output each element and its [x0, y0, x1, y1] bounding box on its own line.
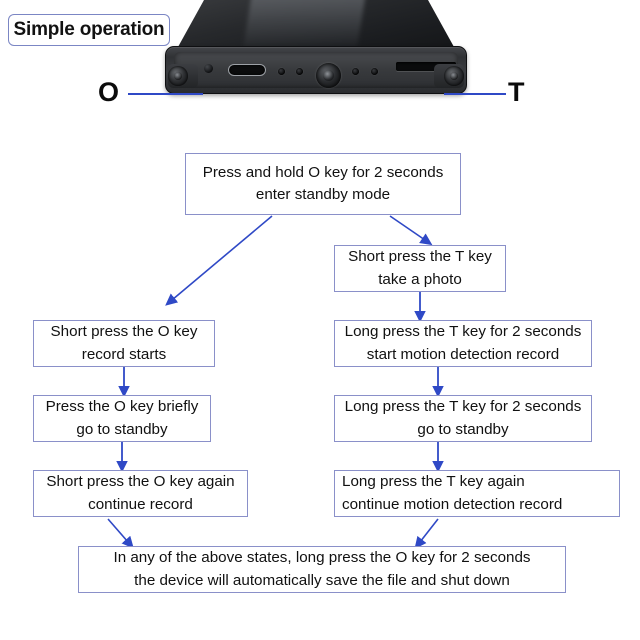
o-key-label: O [98, 77, 120, 107]
flow-box-line: go to standby [417, 420, 509, 438]
flow-box-line: go to standby [76, 420, 168, 438]
flow-box-record-standby: Press the O key briefly go to standby [33, 395, 211, 442]
flow-box-motion-continue: Long press the T key again continue moti… [334, 470, 620, 517]
o-button[interactable] [168, 64, 198, 88]
device-front-panel [165, 46, 467, 94]
flow-box-line: Long press the T key for 2 seconds [344, 398, 582, 415]
flow-box-line: continue record [88, 495, 193, 513]
device-front-panel-inset [174, 52, 458, 88]
device-photo [155, 0, 475, 112]
indicator-led-icon [371, 68, 378, 75]
t-button[interactable] [434, 64, 464, 88]
flow-box-line: take a photo [378, 270, 462, 288]
flow-box-line: enter standby mode [255, 186, 391, 203]
flow-box-line: continue motion detection record [342, 495, 563, 513]
flow-box-line: Press the O key briefly [45, 398, 199, 415]
indicator-led-icon [278, 68, 285, 75]
flow-box-line: the device will automatically save the f… [134, 571, 510, 589]
t-key-label: T [508, 77, 525, 107]
t-key-leader-line [444, 93, 506, 95]
diagram-canvas: Simple operation O T Press and hold O ke… [0, 0, 640, 640]
flow-box-record-continue: Short press the O key again continue rec… [33, 470, 248, 517]
reset-pinhole-icon [204, 64, 213, 73]
flow-box-line: start motion detection record [366, 345, 560, 363]
flow-box-line: Long press the T key for 2 seconds [344, 323, 582, 340]
t-button-knob-icon [444, 66, 464, 86]
device-body-highlight [242, 0, 367, 52]
flow-box-motion-standby: Long press the T key for 2 seconds go to… [334, 395, 592, 442]
flow-box-shutdown: In any of the above states, long press t… [78, 546, 566, 593]
flow-box-line: Short press the O key again [46, 473, 235, 490]
flow-box-line: Long press the T key again [342, 473, 525, 490]
flow-box-take-photo: Short press the T key take a photo [334, 245, 506, 292]
o-key-leader-line [128, 93, 203, 95]
flow-box-motion-start: Long press the T key for 2 seconds start… [334, 320, 592, 367]
flow-box-line: Short press the T key [348, 248, 492, 265]
o-button-knob-icon [168, 66, 188, 86]
page-title: Simple operation [8, 14, 170, 46]
flow-box-start: Press and hold O key for 2 seconds enter… [185, 153, 461, 215]
flow-box-line: Short press the O key [50, 323, 198, 340]
flow-box-line: In any of the above states, long press t… [113, 549, 531, 566]
flow-box-line: Press and hold O key for 2 seconds [202, 163, 444, 181]
usb-c-port-icon [228, 64, 266, 76]
flow-box-line: record starts [81, 345, 167, 363]
indicator-led-icon [352, 68, 359, 75]
indicator-led-icon [296, 68, 303, 75]
flow-box-record-start: Short press the O key record starts [33, 320, 215, 367]
page-title-label: Simple operation [13, 19, 165, 40]
camera-lens-icon [316, 63, 341, 88]
